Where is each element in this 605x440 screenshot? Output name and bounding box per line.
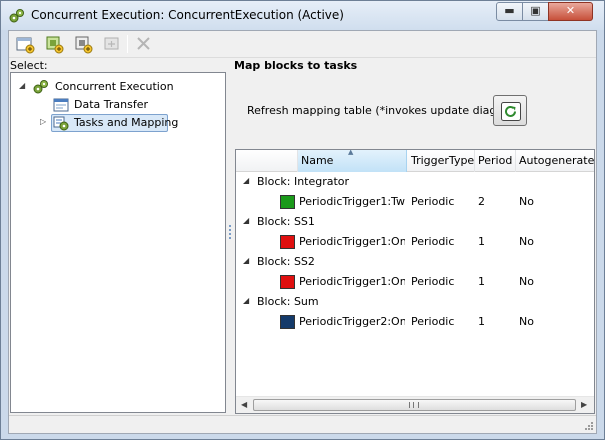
add-task-icon [75,36,93,54]
maximize-icon: ▣ [530,4,541,17]
navigation-tree: ◢ Concurrent Execution Data Transfer ▷ T… [10,72,226,413]
cell-name: PeriodicTrigger1:On... [299,235,405,248]
refresh-button[interactable] [493,95,527,126]
group-row-ss2[interactable]: ◢ Block: SS2 [236,252,594,272]
toolbar-separator [127,35,128,53]
group-label: Block: Integrator [257,175,350,188]
scroll-right-icon[interactable]: ▶ [581,400,587,409]
mapping-table: ▲ Name TriggerType Period Autogenerated … [235,149,595,414]
panel-splitter[interactable] [229,225,232,241]
window-title: Concurrent Execution: ConcurrentExecutio… [31,8,344,22]
add-task-group-icon [46,36,64,54]
scrollbar-thumb[interactable] [253,399,576,411]
collapse-triangle-icon[interactable]: ◢ [243,256,249,265]
table-row[interactable]: PeriodicTrigger1:On... Periodic 1 No [236,272,594,292]
section-title: Map blocks to tasks [234,59,358,72]
cell-period: 1 [478,275,485,288]
minimize-icon: ▬ [504,4,515,17]
column-header-label: Autogenerated [519,154,594,167]
cell-period: 1 [478,235,485,248]
cell-name: PeriodicTrigger1:On... [299,275,405,288]
collapse-triangle-icon[interactable]: ◢ [243,216,249,225]
collapse-triangle-icon[interactable]: ◢ [243,296,249,305]
gear-cluster-icon [33,80,48,94]
minimize-button[interactable]: ▬ [496,2,523,21]
group-label: Block: SS2 [257,255,315,268]
tree-item-label: Tasks and Mapping [74,116,179,129]
column-header-triggertype[interactable]: TriggerType [407,150,475,172]
refresh-icon [501,102,521,121]
column-header-period[interactable]: Period [475,150,516,172]
cell-triggertype: Periodic [411,235,455,248]
refresh-label: Refresh mapping table (*invokes update d… [247,104,523,117]
maximize-button[interactable]: ▣ [522,2,549,21]
tree-item-concurrent-execution[interactable]: ◢ Concurrent Execution [11,78,225,96]
column-header-name[interactable]: ▲ Name [298,150,407,172]
status-bar [9,415,596,433]
add-trigger-icon [104,37,119,50]
gear-cluster-icon [9,9,24,23]
horizontal-scrollbar[interactable]: ◀ ▶ [236,396,594,413]
cell-triggertype: Periodic [411,315,455,328]
delete-icon [137,37,150,50]
group-label: Block: Sum [257,295,319,308]
cell-name: PeriodicTrigger1:Tw... [299,195,405,208]
task-color-swatch [280,235,295,249]
title-bar[interactable]: Concurrent Execution: ConcurrentExecutio… [1,1,604,30]
task-color-swatch [280,195,295,209]
table-row[interactable]: PeriodicTrigger1:On... Periodic 1 No [236,232,594,252]
column-header-blank[interactable] [236,150,298,172]
add-task-button[interactable] [72,34,94,54]
add-task-group-button[interactable] [43,34,65,54]
column-header-autogenerated[interactable]: Autogenerated [516,150,594,172]
table-row[interactable]: PeriodicTrigger2:On... Periodic 1 No [236,312,594,332]
group-row-integrator[interactable]: ◢ Block: Integrator [236,172,594,192]
dialog-window: Concurrent Execution: ConcurrentExecutio… [0,0,605,440]
cell-autogenerated: No [519,275,534,288]
group-row-sum[interactable]: ◢ Block: Sum [236,292,594,312]
group-row-ss1[interactable]: ◢ Block: SS1 [236,212,594,232]
cell-triggertype: Periodic [411,195,455,208]
tree-item-data-transfer[interactable]: Data Transfer [11,96,225,114]
close-button[interactable]: ✕ [548,2,593,21]
tree-item-tasks-and-mapping[interactable]: ▷ Tasks and Mapping [11,114,225,132]
select-label: Select: [10,59,48,72]
table-row[interactable]: PeriodicTrigger1:Tw... Periodic 2 No [236,192,594,212]
tree-item-label: Concurrent Execution [55,80,174,93]
scroll-left-icon[interactable]: ◀ [241,400,247,409]
add-configuration-icon [16,37,35,54]
task-mapping-icon [53,116,69,131]
table-header: ▲ Name TriggerType Period Autogenerated [236,150,594,172]
cell-autogenerated: No [519,195,534,208]
expand-triangle-icon[interactable]: ▷ [40,117,46,126]
toolbar [9,31,596,58]
data-transfer-icon [53,98,69,112]
task-color-swatch [280,275,295,289]
resize-grip-icon[interactable] [584,421,594,431]
sort-ascending-icon: ▲ [348,150,354,156]
task-color-swatch [280,315,295,329]
add-trigger-button[interactable] [101,34,123,54]
cell-autogenerated: No [519,315,534,328]
cell-name: PeriodicTrigger2:On... [299,315,405,328]
column-header-label: Period [478,154,513,167]
column-header-label: TriggerType [411,154,475,167]
collapse-triangle-icon[interactable]: ◢ [243,176,249,185]
cell-period: 1 [478,315,485,328]
add-configuration-button[interactable] [14,34,36,54]
column-header-label: Name [301,154,334,167]
collapse-triangle-icon[interactable]: ◢ [19,81,25,90]
cell-triggertype: Periodic [411,275,455,288]
tree-item-label: Data Transfer [74,98,148,111]
dialog-client-area: Select: ◢ Concurrent Execution Data Tran… [8,30,597,434]
cell-period: 2 [478,195,485,208]
close-icon: ✕ [565,4,576,17]
group-label: Block: SS1 [257,215,315,228]
cell-autogenerated: No [519,235,534,248]
delete-button[interactable] [133,34,155,54]
scroll-grip-icon [409,402,419,408]
